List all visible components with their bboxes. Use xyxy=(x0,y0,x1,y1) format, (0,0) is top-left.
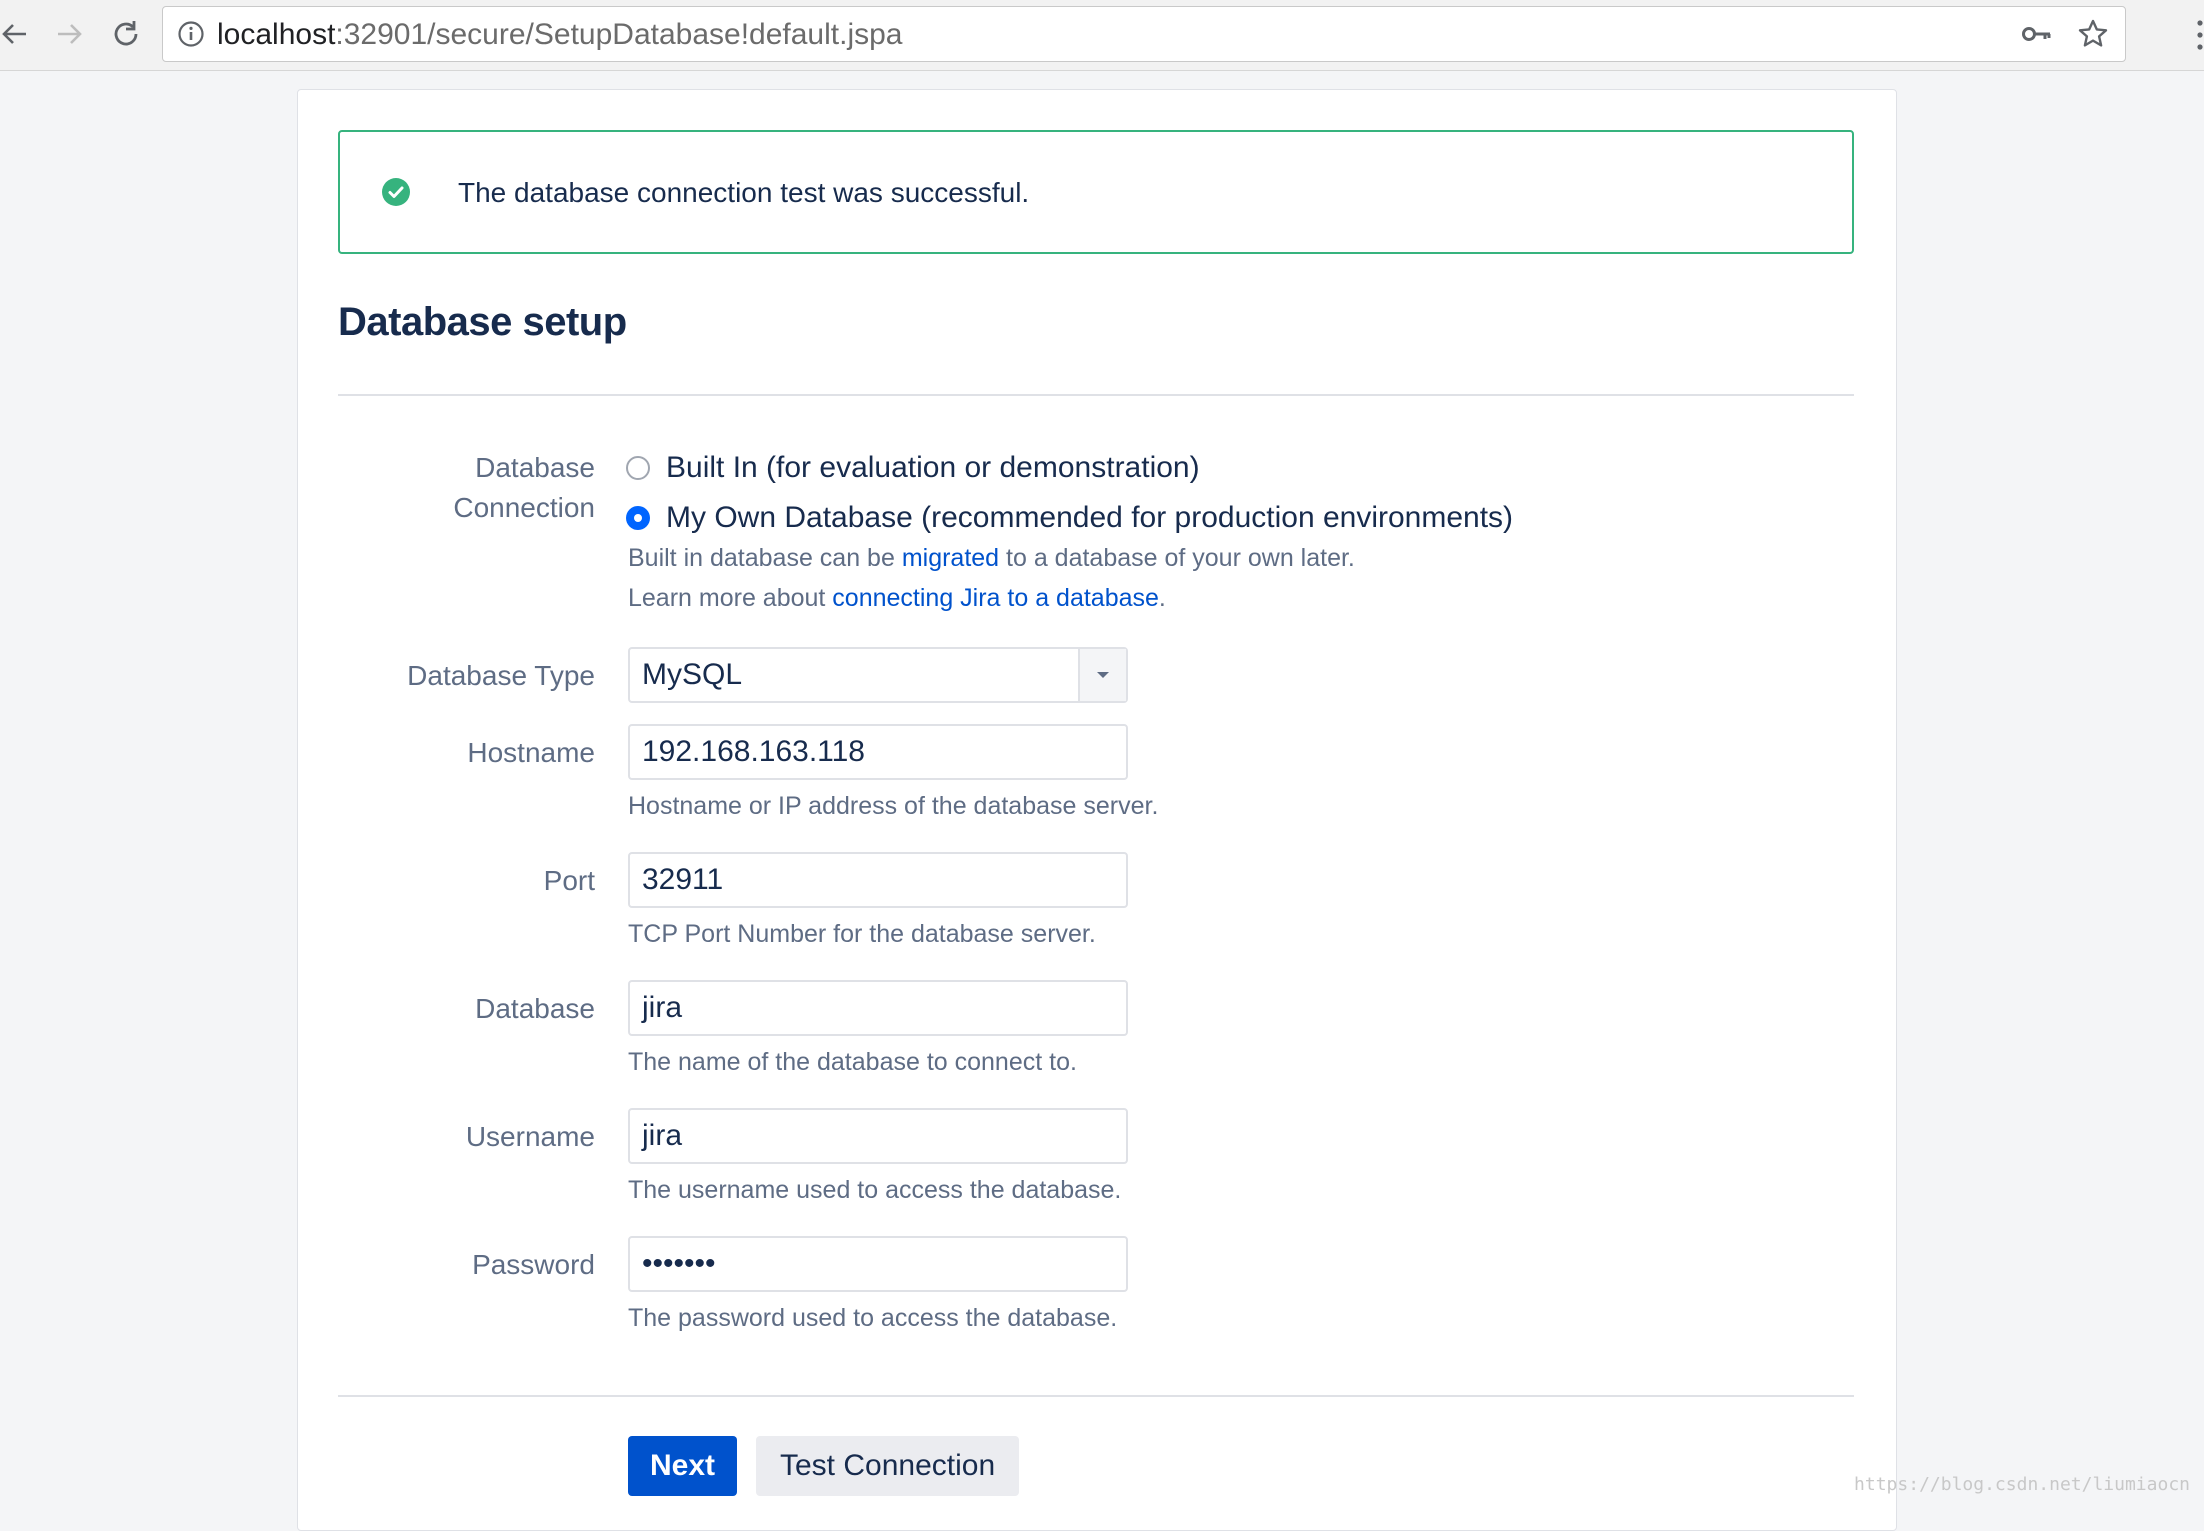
port-help: TCP Port Number for the database server. xyxy=(628,920,1096,948)
watermark-text: https://blog.csdn.net/liumiaocn xyxy=(1854,1474,2190,1495)
database-label: Database xyxy=(475,993,595,1024)
radio-built-in[interactable]: Built In (for evaluation or demonstratio… xyxy=(626,448,1200,488)
info-icon[interactable] xyxy=(177,20,205,53)
database-connection-label: Database Connection xyxy=(453,452,595,523)
database-type-select[interactable]: MySQL xyxy=(628,647,1128,703)
database-help: The name of the database to connect to. xyxy=(628,1048,1077,1076)
setup-panel: The database connection test was success… xyxy=(297,89,1897,1531)
password-help: The password used to access the database… xyxy=(628,1304,1118,1332)
reload-button[interactable] xyxy=(104,12,148,56)
address-bar[interactable]: localhost:32901/secure/SetupDatabase!def… xyxy=(162,6,2126,62)
divider-top xyxy=(338,394,1854,396)
hostname-input[interactable]: 192.168.163.118 xyxy=(628,724,1128,780)
hostname-label: Hostname xyxy=(467,737,595,768)
hostname-help: Hostname or IP address of the database s… xyxy=(628,792,1159,820)
reload-icon xyxy=(114,21,138,46)
port-label: Port xyxy=(543,865,595,896)
port-input[interactable]: 32911 xyxy=(628,852,1128,908)
connection-help-migrate: Built in database can be migrated to a d… xyxy=(628,544,1355,572)
migrated-link[interactable]: migrated xyxy=(902,544,999,572)
username-help: The username used to access the database… xyxy=(628,1176,1122,1204)
back-button[interactable] xyxy=(0,12,36,56)
database-input[interactable]: jira xyxy=(628,980,1128,1036)
radio-own-database[interactable]: My Own Database (recommended for product… xyxy=(626,498,1513,538)
next-button[interactable]: Next xyxy=(628,1436,738,1496)
chevron-down-icon[interactable] xyxy=(1078,649,1126,701)
page-title: Database setup xyxy=(338,300,627,344)
arrow-left-icon xyxy=(2,24,26,44)
test-connection-button[interactable]: Test Connection xyxy=(756,1436,1020,1496)
arrow-right-icon xyxy=(58,24,82,44)
radio-button-selected[interactable] xyxy=(626,506,650,530)
url-text: localhost:32901/secure/SetupDatabase!def… xyxy=(217,18,903,51)
forward-button[interactable] xyxy=(48,12,92,56)
more-menu-icon[interactable] xyxy=(2196,18,2204,52)
divider-bottom xyxy=(338,1395,1854,1397)
connection-help-learn-more: Learn more about connecting Jira to a da… xyxy=(628,584,1166,612)
browser-toolbar: localhost:32901/secure/SetupDatabase!def… xyxy=(0,0,2204,71)
connecting-jira-link[interactable]: connecting Jira to a database xyxy=(832,584,1159,612)
key-icon[interactable] xyxy=(2021,20,2053,53)
success-message: The database connection test was success… xyxy=(458,177,1030,208)
database-type-label: Database Type xyxy=(407,660,595,691)
bookmark-star-icon[interactable] xyxy=(2077,18,2109,55)
username-input[interactable]: jira xyxy=(628,1108,1128,1164)
password-label: Password xyxy=(472,1249,595,1280)
success-banner: The database connection test was success… xyxy=(338,130,1854,254)
radio-button[interactable] xyxy=(626,456,650,480)
username-label: Username xyxy=(465,1121,595,1152)
check-circle-icon xyxy=(382,178,410,206)
password-input[interactable]: ••••••• xyxy=(628,1236,1128,1292)
